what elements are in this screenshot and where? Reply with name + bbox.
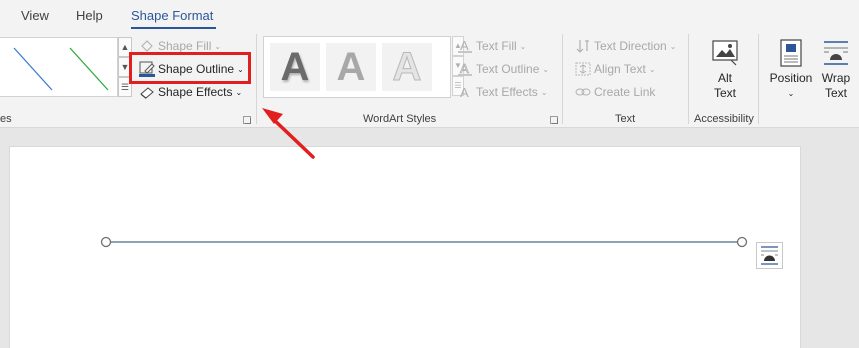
canvas-overlay [100,108,748,248]
layout-options-icon [761,246,778,265]
line-end-handle[interactable] [736,236,748,248]
pointer-arrow-shaft [269,115,315,159]
line-start-handle[interactable] [100,236,112,248]
layout-options-button[interactable] [756,242,783,269]
pointer-arrow-head [262,108,283,124]
